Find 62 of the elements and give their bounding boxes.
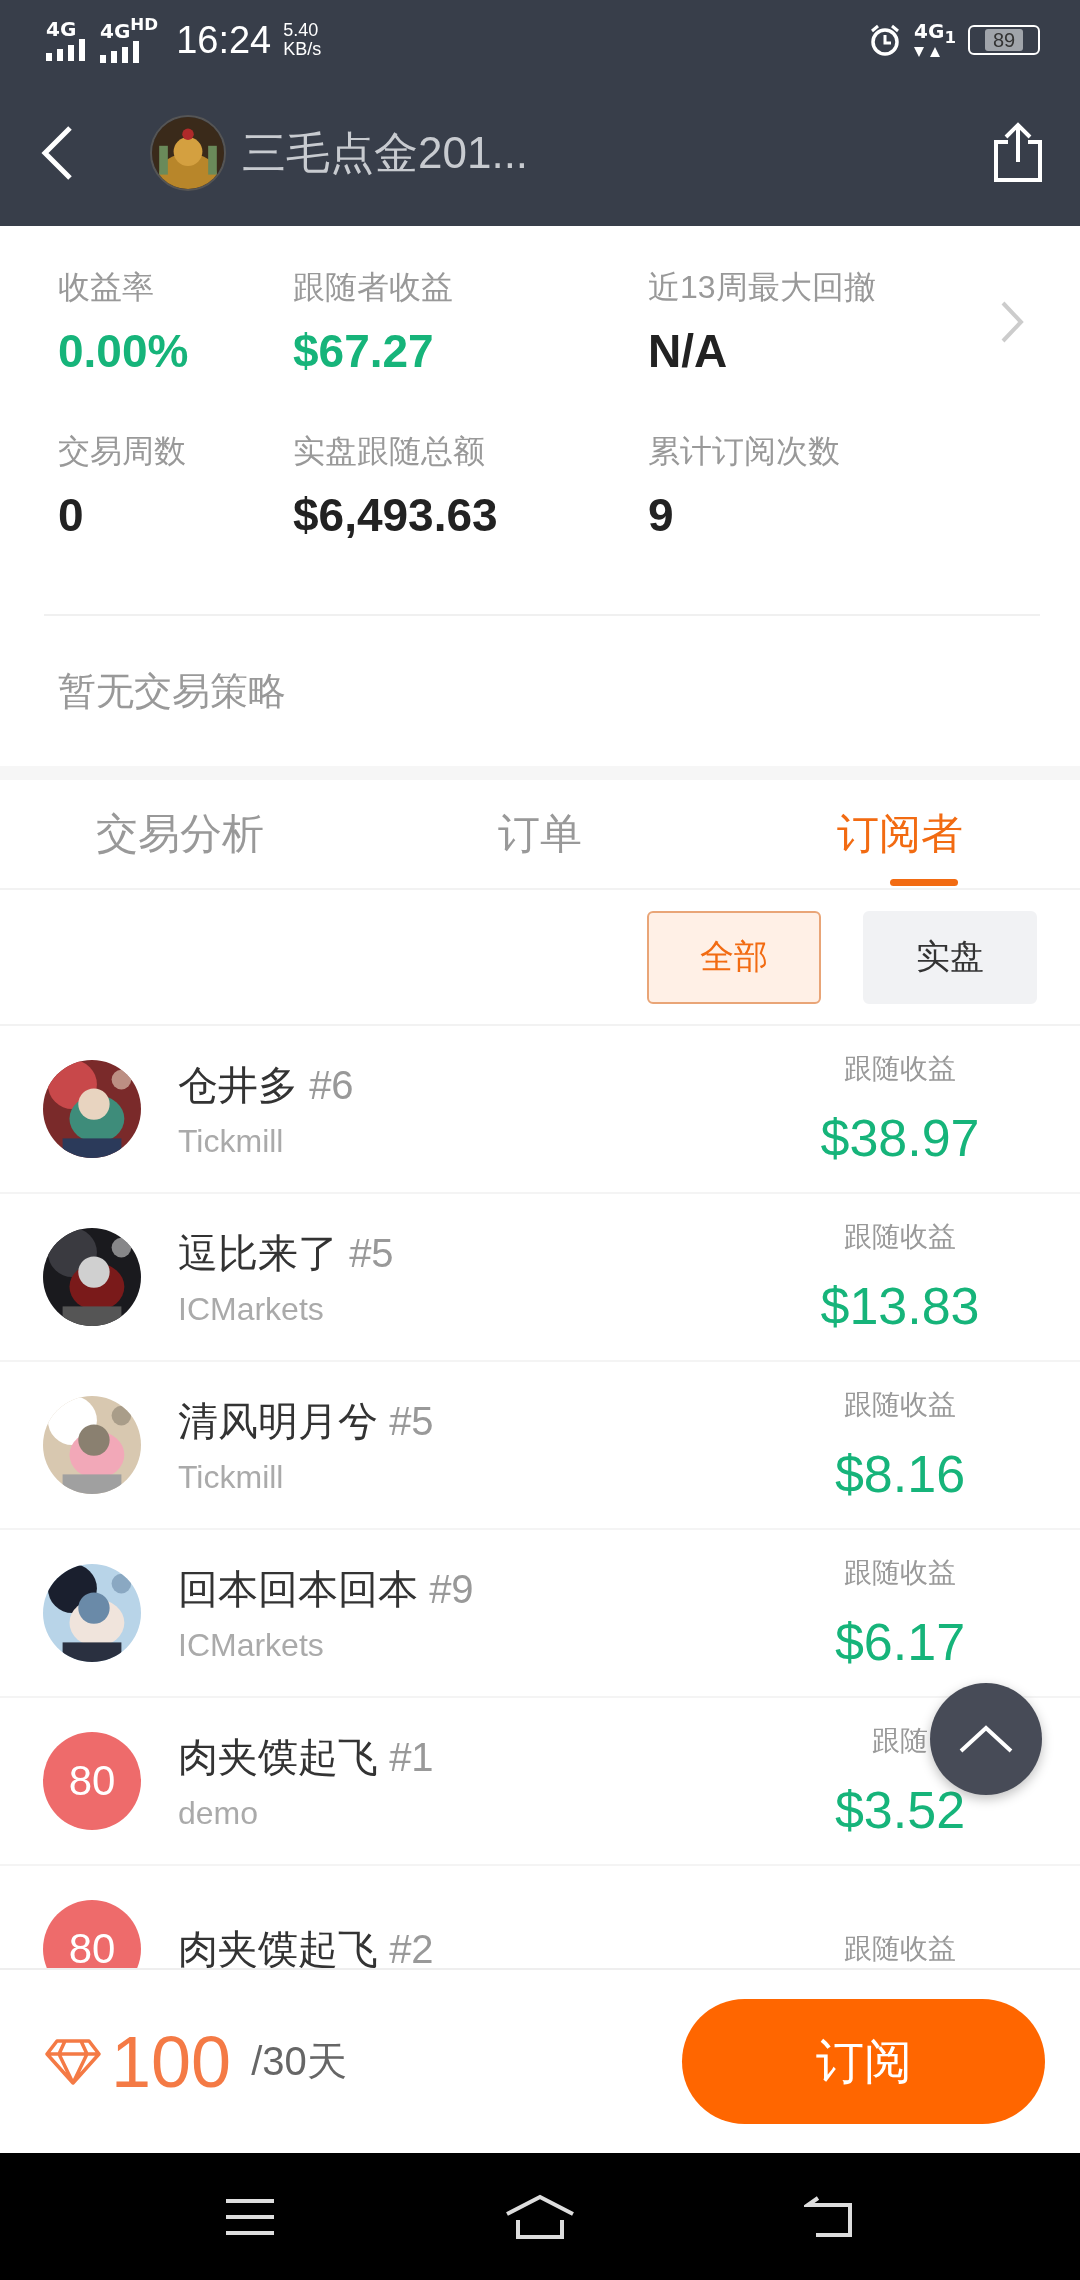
earnings-label: 跟随收益 (844, 1556, 956, 1590)
filter-button[interactable]: 全部 (647, 910, 821, 1004)
tab[interactable]: 订阅者 (720, 780, 1080, 888)
earnings-value: $13.83 (820, 1276, 980, 1336)
earnings-label: 跟随收益 (844, 1052, 956, 1086)
stat-label: 实盘跟随总额 (293, 432, 486, 471)
page-title: 三毛点金201... (242, 126, 530, 179)
speed-value: 5.40 (283, 21, 320, 40)
broker-name: demo (178, 1795, 260, 1832)
broker-name: Tickmill (178, 1459, 285, 1496)
filter-button[interactable]: 实盘 (863, 910, 1037, 1004)
subscribe-button[interactable]: 订阅 (682, 1999, 1045, 2124)
stat-value: 9 (648, 488, 675, 542)
clock: 16:24 (176, 18, 272, 62)
avatar: 80 (43, 1732, 141, 1830)
share-button[interactable] (992, 122, 1044, 184)
stat-label: 累计订阅次数 (648, 432, 841, 471)
earnings-value: $8.16 (834, 1444, 966, 1504)
avatar: 80 (43, 1900, 141, 1968)
earnings-label: 跟随 (872, 1724, 928, 1758)
subscriber-name: 清风明月兮 #5 (178, 1398, 435, 1445)
earnings-value: $38.97 (820, 1108, 980, 1168)
subscriber-name: 肉夹馍起飞 #2 (178, 1925, 435, 1968)
tab[interactable]: 交易分析 (0, 780, 360, 888)
menu-icon[interactable] (224, 2196, 276, 2237)
earnings-label: 跟随收益 (844, 1932, 956, 1966)
stat-label: 近13周最大回撤 (648, 268, 877, 307)
price-period: /30天 (251, 2038, 348, 2085)
tab[interactable]: 订单 (360, 780, 720, 888)
network-label: 4G$_{1}$ (914, 21, 956, 47)
home-icon[interactable] (504, 2193, 576, 2240)
speed-unit: KB/s (283, 40, 322, 59)
stat-value: 0 (58, 488, 85, 542)
battery-level: 89 (984, 29, 1024, 51)
chevron-up-icon (958, 1724, 1014, 1754)
stat-value: N/A (648, 324, 729, 378)
subscriber-name: 仓井多 #6 (178, 1062, 355, 1109)
broker-name: ICMarkets (178, 1291, 325, 1328)
broker-name: Tickmill (178, 1123, 285, 1160)
signal-icon (100, 40, 142, 63)
stat-value: 0.00% (58, 324, 190, 378)
subscriber-name: 逗比来了 #5 (178, 1230, 395, 1277)
stat-label: 跟随者收益 (293, 268, 454, 307)
subscriber-name: 回本回本回本 #9 (178, 1566, 475, 1613)
stat-value: $6,493.63 (293, 488, 499, 542)
subscriber-name: 肉夹馍起飞 #1 (178, 1734, 435, 1781)
data-arrows-icon (914, 46, 941, 59)
price: 100 (111, 2020, 232, 2103)
broker-name: ICMarkets (178, 1627, 325, 1664)
earnings-value: $6.17 (834, 1612, 966, 1672)
strategy-text: 暂无交易策略 (57, 668, 287, 714)
diamond-icon (45, 2037, 101, 2086)
network-label: 4G (46, 19, 77, 39)
earnings-label: 跟随收益 (844, 1388, 956, 1422)
signal-icon (46, 39, 88, 61)
stat-label: 收益率 (58, 268, 155, 307)
stat-value: $67.27 (293, 324, 435, 378)
stat-label: 交易周数 (58, 432, 187, 471)
network-label: 4G$^{HD}$ (100, 17, 159, 41)
back-button[interactable] (40, 124, 74, 182)
earnings-label: 跟随收益 (844, 1220, 956, 1254)
earnings-value: $3.52 (834, 1780, 966, 1840)
